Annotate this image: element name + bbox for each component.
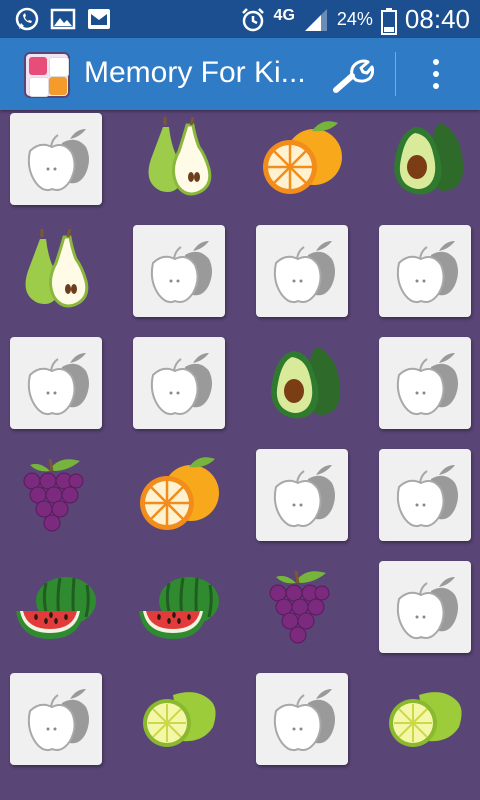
watermelon-icon (10, 561, 102, 653)
card-face-down[interactable] (10, 113, 102, 205)
card-face-down[interactable] (379, 225, 471, 317)
card-face-down[interactable] (256, 673, 348, 765)
card-orange[interactable] (133, 449, 225, 541)
pear-icon (10, 225, 102, 317)
apple-card-back-icon (10, 673, 102, 765)
orange-icon (256, 113, 348, 205)
card-lime[interactable] (379, 673, 471, 765)
card-face-down[interactable] (10, 337, 102, 429)
lime-icon (379, 673, 471, 765)
wrench-icon[interactable] (330, 56, 374, 96)
card-watermelon[interactable] (10, 561, 102, 653)
status-bar: 4G 24% 08:40 (0, 0, 480, 38)
apple-card-back-icon (256, 449, 348, 541)
card-face-down[interactable] (10, 673, 102, 765)
apple-card-back-icon (379, 561, 471, 653)
card-face-down[interactable] (133, 337, 225, 429)
card-face-down[interactable] (379, 337, 471, 429)
card-orange[interactable] (256, 113, 348, 205)
apple-card-back-icon (379, 449, 471, 541)
app-bar: Memory For Ki... (0, 38, 480, 110)
game-board (0, 110, 480, 800)
signal-icon (303, 7, 329, 33)
card-lime[interactable] (133, 673, 225, 765)
card-pear[interactable] (10, 225, 102, 317)
image-icon (50, 6, 76, 32)
orange-icon (133, 449, 225, 541)
whatsapp-icon (14, 6, 40, 32)
card-face-down[interactable] (256, 225, 348, 317)
clock: 08:40 (404, 4, 470, 34)
card-grapes[interactable] (256, 561, 348, 653)
app-logo-icon[interactable] (24, 52, 70, 98)
card-avocado[interactable] (379, 113, 471, 205)
apple-card-back-icon (10, 113, 102, 205)
apple-card-back-icon (133, 225, 225, 317)
lime-icon (133, 673, 225, 765)
overflow-menu-icon[interactable] (426, 56, 446, 92)
apple-card-back-icon (256, 673, 348, 765)
grapes-icon (10, 449, 102, 541)
mail-icon (86, 6, 112, 32)
apple-card-back-icon (133, 337, 225, 429)
card-face-down[interactable] (379, 561, 471, 653)
card-grapes[interactable] (10, 449, 102, 541)
grapes-icon (256, 561, 348, 653)
apple-card-back-icon (10, 337, 102, 429)
apple-card-back-icon (256, 225, 348, 317)
card-watermelon[interactable] (133, 561, 225, 653)
appbar-divider (395, 52, 396, 96)
alarm-icon (240, 7, 266, 33)
card-face-down[interactable] (256, 449, 348, 541)
card-face-down[interactable] (379, 449, 471, 541)
network-type-label: 4G (273, 6, 295, 24)
card-face-down[interactable] (133, 225, 225, 317)
card-avocado[interactable] (256, 337, 348, 429)
battery-icon (380, 7, 397, 35)
avocado-icon (256, 337, 348, 429)
apple-card-back-icon (379, 337, 471, 429)
apple-card-back-icon (379, 225, 471, 317)
avocado-icon (379, 113, 471, 205)
battery-percent: 24% (336, 9, 373, 29)
watermelon-icon (133, 561, 225, 653)
card-pear[interactable] (133, 113, 225, 205)
pear-icon (133, 113, 225, 205)
app-title: Memory For Ki... (84, 56, 306, 89)
